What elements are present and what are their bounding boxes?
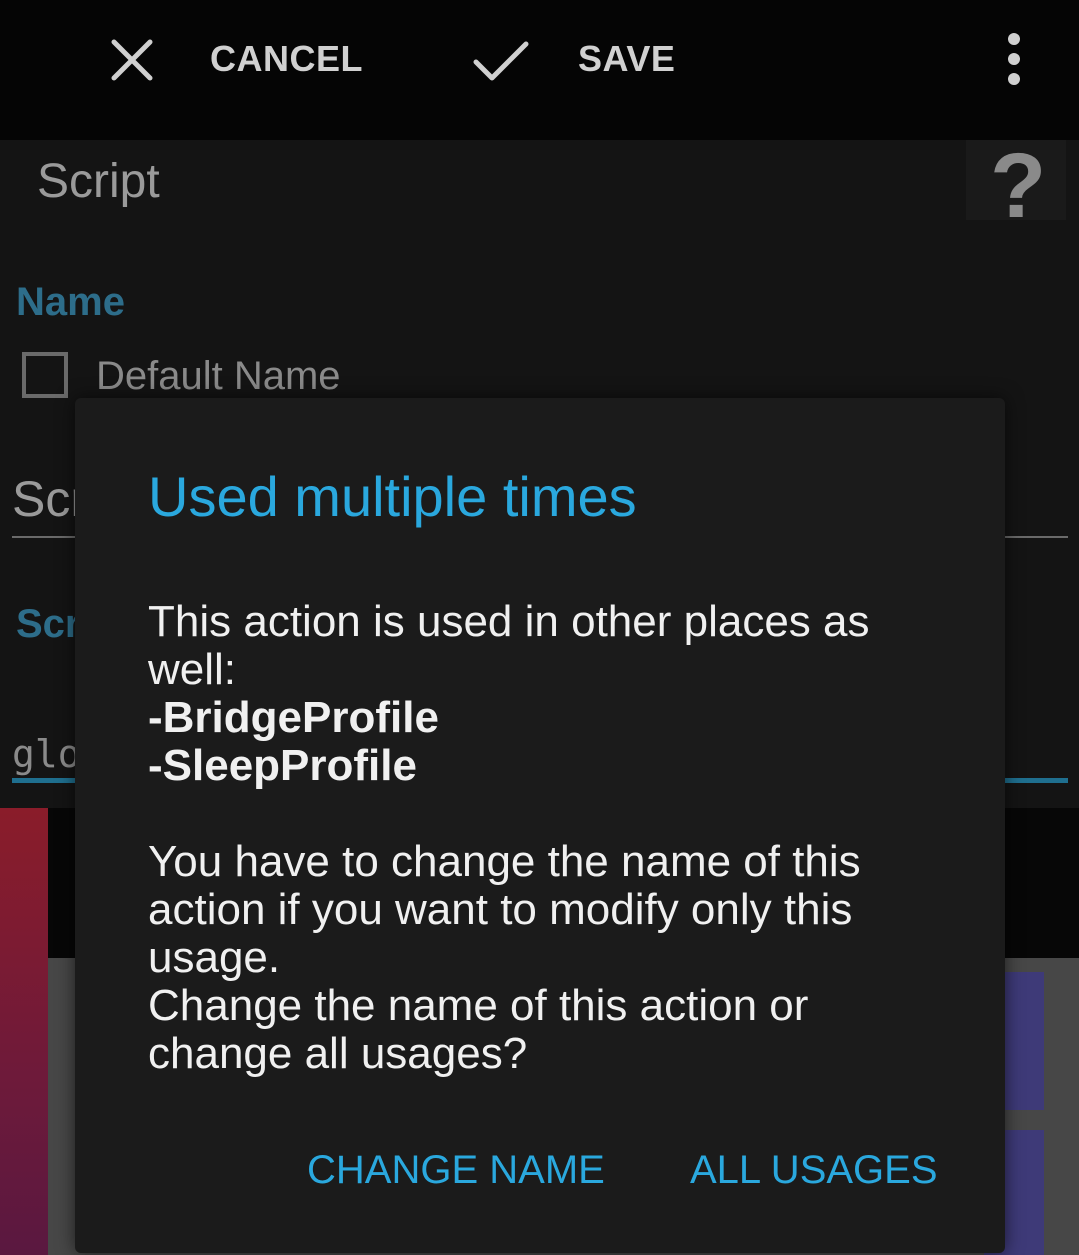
all-usages-button[interactable]: ALL USAGES [690, 1148, 938, 1193]
check-icon[interactable] [472, 38, 530, 84]
used-multiple-times-dialog: Used multiple times This action is used … [75, 398, 1005, 1253]
name-section-label: Name [16, 280, 125, 324]
usage-item: -BridgeProfile [148, 693, 439, 742]
action-bar: CANCEL SAVE [0, 0, 1079, 140]
default-name-label: Default Name [96, 354, 341, 398]
close-icon[interactable] [108, 36, 156, 84]
dialog-line-usage-intro: This action is used in other places as w… [148, 597, 870, 694]
background-strip [0, 808, 48, 1255]
save-button[interactable]: SAVE [578, 38, 675, 80]
cancel-button[interactable]: CANCEL [210, 38, 363, 80]
script-section-label: Scr [16, 602, 81, 646]
app-screen: CANCEL SAVE Script ? Name Default Name S… [0, 0, 1079, 1255]
page-title: Script [37, 155, 160, 208]
change-name-button[interactable]: CHANGE NAME [307, 1148, 605, 1193]
default-name-checkbox[interactable] [22, 352, 68, 398]
dialog-message: This action is used in other places as w… [148, 598, 948, 1078]
dialog-line-question: Change the name of this action or change… [148, 981, 809, 1078]
dialog-line-explanation: You have to change the name of this acti… [148, 837, 861, 982]
dialog-title: Used multiple times [148, 465, 637, 528]
script-code-input[interactable]: glo [12, 732, 81, 776]
help-icon[interactable]: ? [990, 134, 1046, 239]
usage-item: -SleepProfile [148, 741, 417, 790]
more-vertical-icon[interactable] [1004, 32, 1024, 86]
